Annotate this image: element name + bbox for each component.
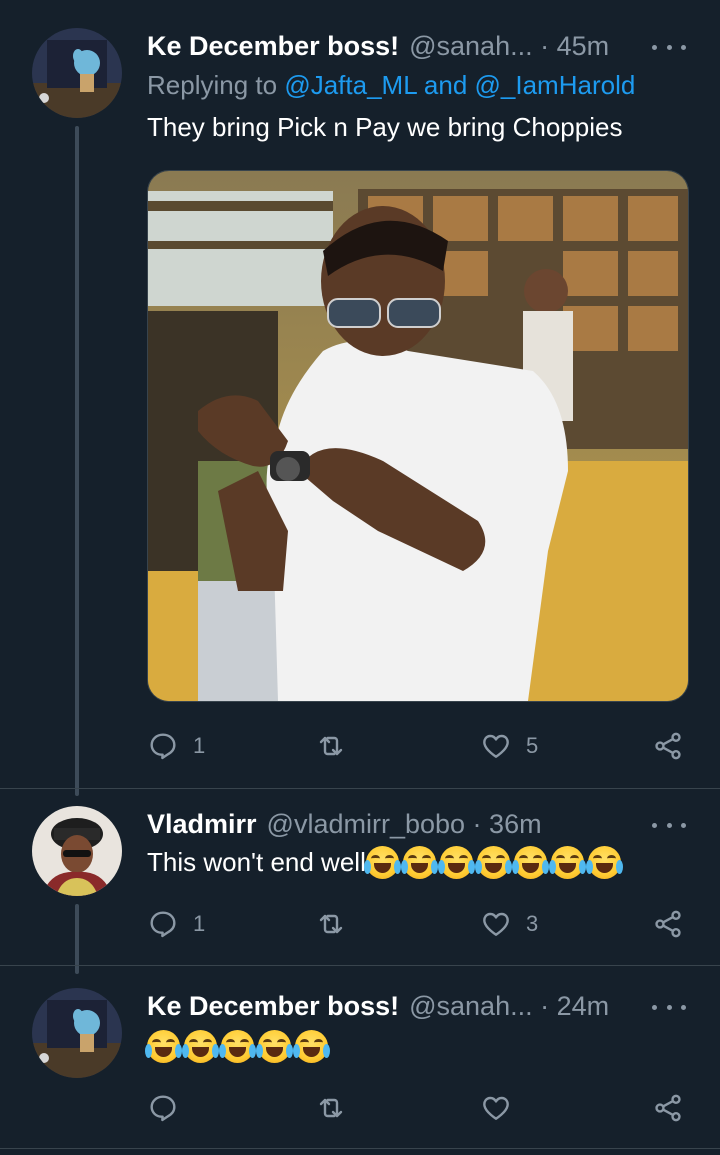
thread-line bbox=[75, 126, 79, 796]
face-with-tears-of-joy-emoji bbox=[511, 846, 549, 879]
replying-to: Replying to @Jafta_ML and @_IamHarold bbox=[147, 70, 635, 101]
emoji-row bbox=[363, 846, 623, 879]
reply-button[interactable]: 1 bbox=[147, 904, 205, 944]
face-with-tears-of-joy-emoji bbox=[256, 1030, 293, 1063]
timestamp[interactable]: 24m bbox=[557, 991, 610, 1022]
like-button[interactable] bbox=[480, 1088, 512, 1128]
like-button[interactable]: 5 bbox=[480, 726, 538, 766]
avatar[interactable] bbox=[32, 28, 122, 118]
face-with-tears-of-joy-emoji bbox=[182, 1030, 219, 1063]
like-count: 3 bbox=[526, 911, 539, 936]
tweet-text bbox=[145, 1030, 330, 1063]
divider bbox=[0, 1148, 720, 1149]
reply-button[interactable]: 1 bbox=[147, 726, 205, 766]
retweet-icon bbox=[319, 736, 343, 756]
share-button[interactable] bbox=[652, 1088, 684, 1128]
more-icon[interactable] bbox=[652, 34, 686, 60]
tweet-header: Ke December boss! @sanah... · 24m bbox=[147, 986, 609, 1026]
thread-line bbox=[75, 904, 79, 974]
timestamp[interactable]: 45m bbox=[557, 31, 610, 62]
face-with-tears-of-joy-emoji bbox=[400, 846, 438, 879]
tweet-actions: 1 5 bbox=[147, 726, 692, 766]
retweet-button[interactable] bbox=[315, 1088, 347, 1128]
like-button[interactable]: 3 bbox=[480, 904, 538, 944]
display-name[interactable]: Ke December boss! bbox=[147, 991, 399, 1022]
separator: · bbox=[465, 808, 490, 839]
retweet-button[interactable] bbox=[315, 726, 361, 766]
divider bbox=[0, 965, 720, 966]
emoji-row bbox=[145, 1030, 330, 1063]
mention-and: and bbox=[416, 70, 475, 100]
more-icon[interactable] bbox=[652, 812, 686, 838]
face-with-tears-of-joy-emoji bbox=[363, 846, 401, 879]
tweet-header: Vladmirr @vladmirr_bobo · 36m bbox=[147, 804, 542, 844]
face-with-tears-of-joy-emoji bbox=[474, 846, 512, 879]
heart-icon bbox=[483, 734, 509, 758]
mention-link[interactable]: @Jafta_ML bbox=[284, 70, 416, 100]
tweet-actions bbox=[147, 1088, 692, 1128]
user-handle[interactable]: @sanah... bbox=[409, 991, 532, 1022]
share-button[interactable] bbox=[652, 904, 684, 944]
display-name[interactable]: Vladmirr bbox=[147, 809, 257, 840]
user-handle[interactable]: @sanah... bbox=[409, 31, 532, 62]
separator: · bbox=[532, 30, 557, 61]
reply-icon bbox=[150, 733, 176, 760]
divider bbox=[0, 788, 720, 789]
tweet-actions: 1 3 bbox=[147, 904, 692, 944]
share-icon bbox=[655, 732, 681, 760]
reply-icon bbox=[150, 911, 176, 938]
like-count: 5 bbox=[526, 733, 539, 758]
face-with-tears-of-joy-emoji bbox=[548, 846, 586, 879]
retweet-button[interactable] bbox=[315, 904, 361, 944]
tweet-photo[interactable] bbox=[147, 170, 689, 702]
reply-count: 1 bbox=[193, 733, 206, 758]
face-with-tears-of-joy-emoji bbox=[219, 1030, 256, 1063]
tweet-header: Ke December boss! @sanah... · 45m bbox=[147, 26, 609, 66]
retweet-icon bbox=[319, 914, 343, 934]
separator: · bbox=[532, 990, 557, 1021]
share-icon bbox=[655, 910, 681, 938]
avatar[interactable] bbox=[32, 988, 122, 1078]
more-icon[interactable] bbox=[652, 994, 686, 1020]
mention-link[interactable]: @_IamHarold bbox=[475, 70, 636, 100]
reply-icon bbox=[150, 1095, 176, 1122]
reply-button[interactable] bbox=[147, 1088, 179, 1128]
avatar[interactable] bbox=[32, 806, 122, 896]
display-name[interactable]: Ke December boss! bbox=[147, 31, 399, 62]
replying-to-label: Replying to bbox=[147, 70, 285, 100]
reply-count: 1 bbox=[193, 911, 206, 936]
user-handle[interactable]: @vladmirr_bobo bbox=[267, 809, 466, 840]
tweet-text: This won't end well bbox=[147, 846, 623, 879]
retweet-icon bbox=[319, 1098, 343, 1118]
heart-icon bbox=[483, 1096, 509, 1120]
tweet-text-body: This won't end well bbox=[147, 847, 366, 877]
face-with-tears-of-joy-emoji bbox=[585, 846, 623, 879]
face-with-tears-of-joy-emoji bbox=[437, 846, 475, 879]
tweet-text: They bring Pick n Pay we bring Choppies bbox=[147, 112, 623, 142]
face-with-tears-of-joy-emoji bbox=[293, 1030, 330, 1063]
timestamp[interactable]: 36m bbox=[489, 809, 542, 840]
face-with-tears-of-joy-emoji bbox=[145, 1030, 182, 1063]
share-button[interactable] bbox=[652, 726, 684, 766]
share-icon bbox=[655, 1094, 681, 1122]
heart-icon bbox=[483, 912, 509, 936]
